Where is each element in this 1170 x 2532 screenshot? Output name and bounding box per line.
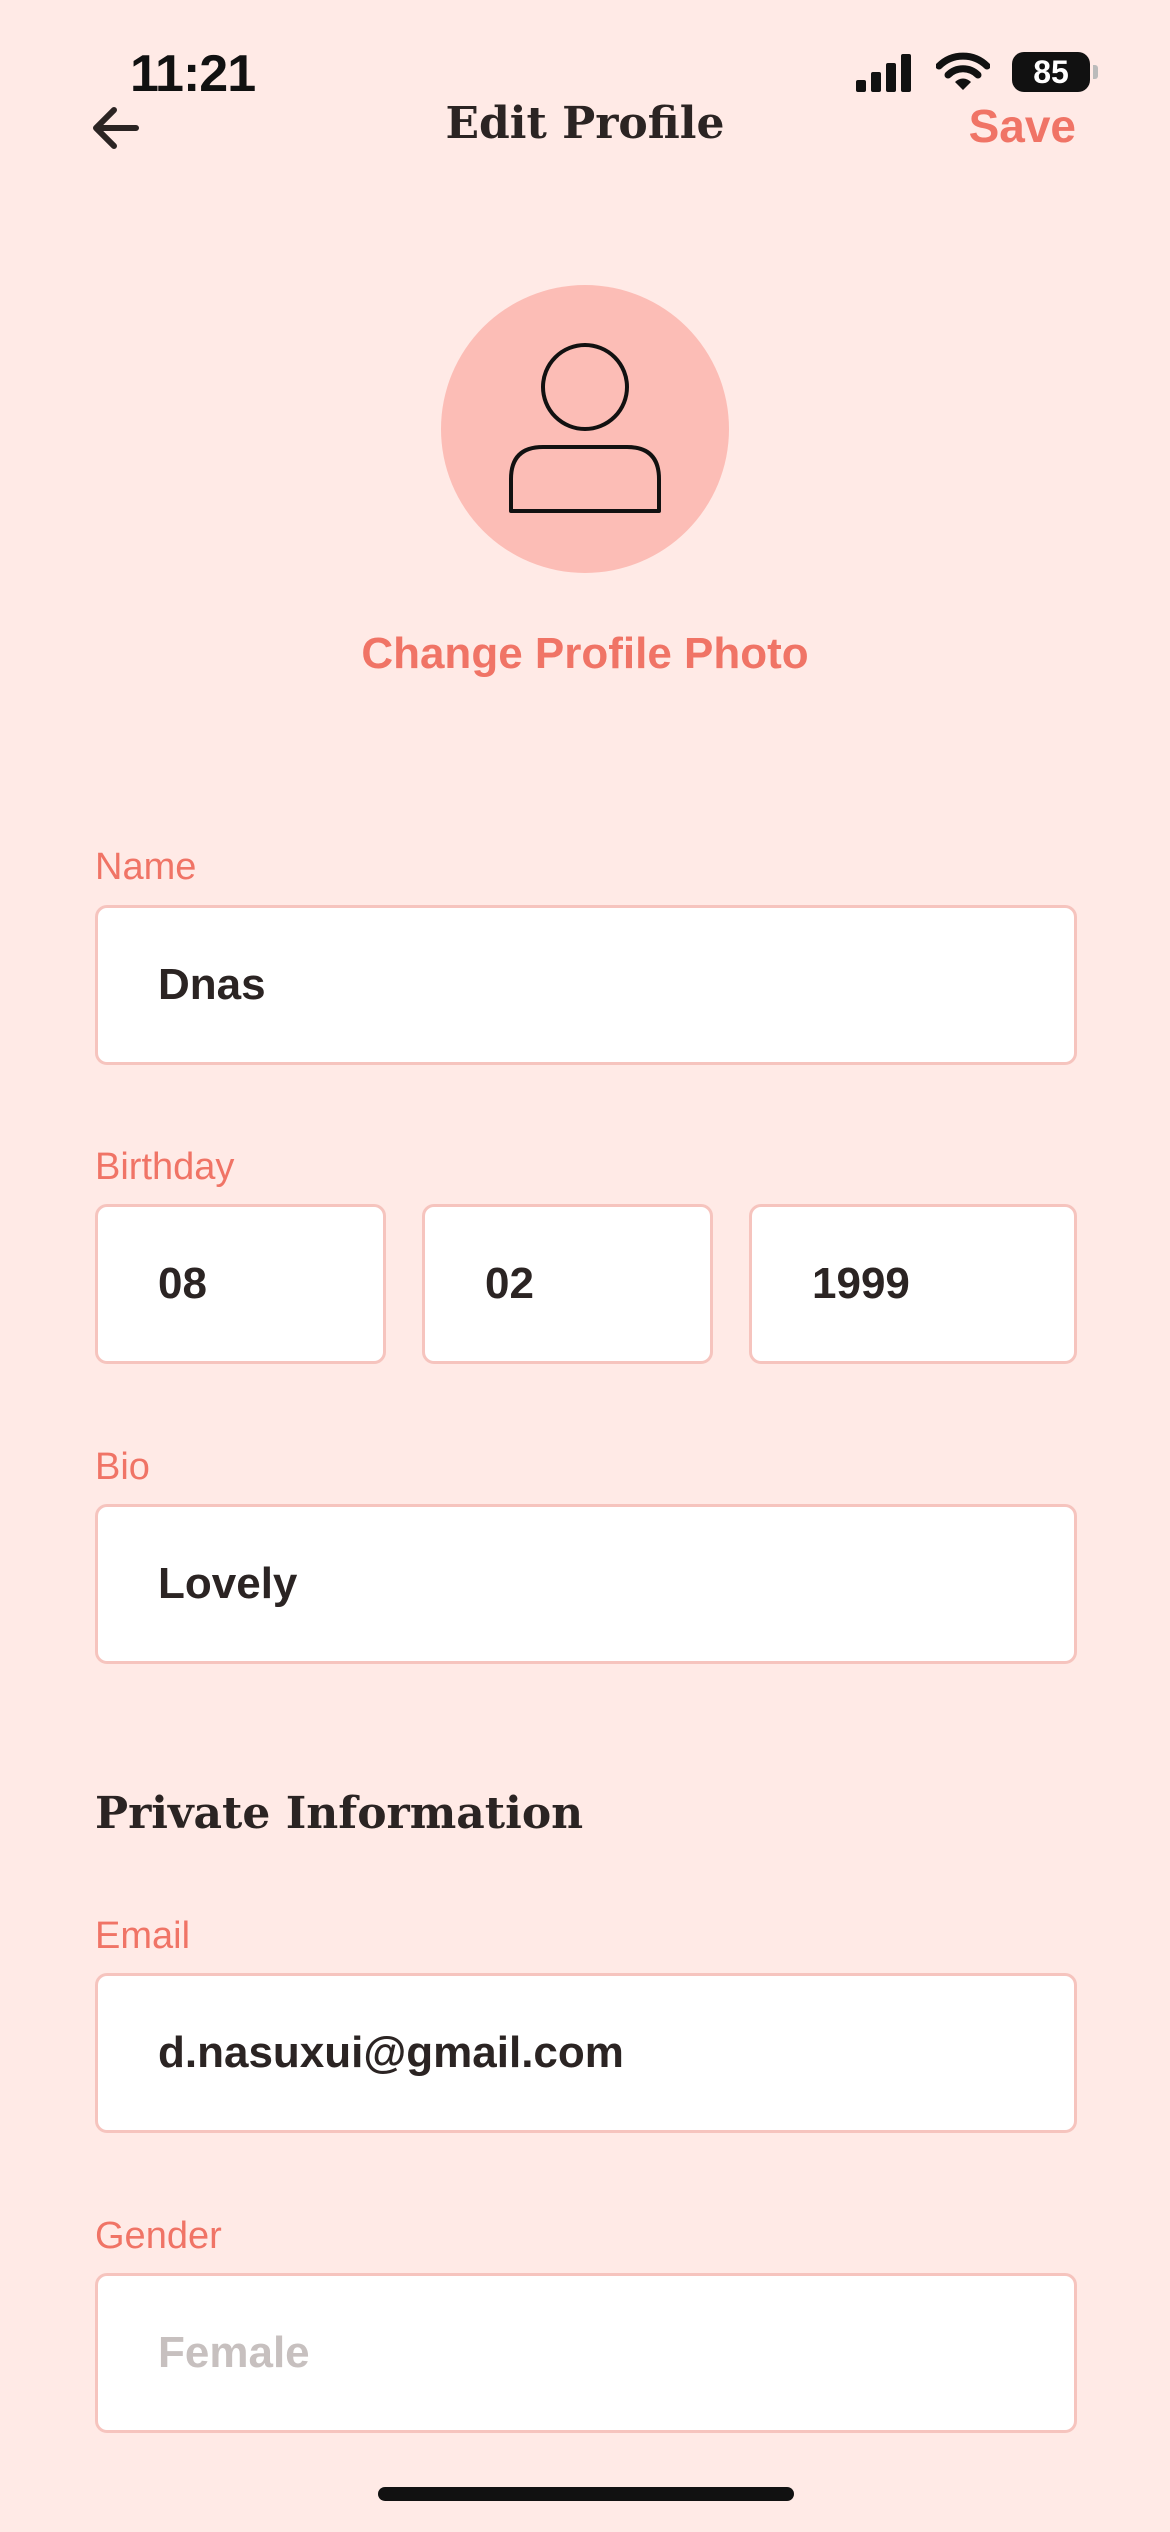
email-value: d.nasuxui@gmail.com [158, 2028, 624, 2077]
name-label: Name [95, 846, 197, 888]
gender-input[interactable]: Female [95, 2273, 1077, 2433]
status-time: 11:21 [130, 45, 256, 103]
birthday-day-input[interactable]: 02 [422, 1204, 713, 1364]
home-indicator [378, 2487, 794, 2501]
birthday-month-input[interactable]: 08 [95, 1204, 386, 1364]
status-icons: 85 [854, 52, 1098, 92]
email-input[interactable]: d.nasuxui@gmail.com [95, 1973, 1077, 2133]
birthday-label: Birthday [95, 1146, 235, 1188]
wifi-icon [936, 52, 990, 90]
email-label: Email [95, 1915, 191, 1957]
birthday-year-input[interactable]: 1999 [749, 1204, 1077, 1364]
name-input[interactable]: Dnas [95, 905, 1077, 1065]
battery-icon: 85 [1012, 52, 1098, 92]
avatar[interactable] [441, 285, 729, 573]
birthday-month-value: 08 [158, 1259, 207, 1308]
change-profile-photo-link[interactable]: Change Profile Photo [0, 622, 1170, 686]
bio-label: Bio [95, 1446, 150, 1488]
save-button[interactable]: Save [969, 98, 1076, 154]
battery-level: 85 [1033, 53, 1069, 90]
gender-label: Gender [95, 2215, 222, 2257]
birthday-year-value: 1999 [812, 1259, 910, 1308]
gender-placeholder: Female [158, 2328, 310, 2377]
bio-value: Lovely [158, 1559, 298, 1608]
private-information-heading: Private Information [95, 1788, 584, 1839]
name-value: Dnas [158, 960, 266, 1009]
cellular-signal-icon [856, 54, 911, 92]
birthday-day-value: 02 [485, 1259, 534, 1308]
bio-input[interactable]: Lovely [95, 1504, 1077, 1664]
user-icon [509, 343, 661, 513]
